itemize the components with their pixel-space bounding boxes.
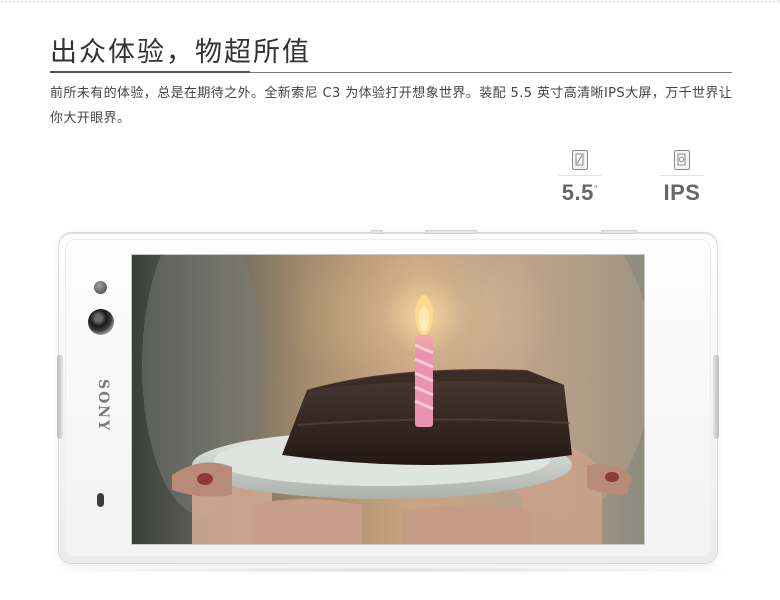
phone-screen <box>131 254 645 545</box>
phone-shadow <box>40 567 740 573</box>
spec-ips: IPS <box>652 150 712 206</box>
spec-divider <box>558 175 602 176</box>
phone-device: SONY <box>57 230 719 564</box>
section-title: 出众体验，物超所值 <box>50 37 311 68</box>
proximity-sensor <box>94 281 107 294</box>
spec-divider <box>660 175 704 176</box>
spec-text: IPS <box>663 180 701 205</box>
front-camera <box>88 309 114 335</box>
spec-screen-size: 5.5" <box>550 150 610 206</box>
spec-number: 5.5 <box>561 180 594 205</box>
screen-size-icon <box>572 150 588 170</box>
ips-panel-icon <box>674 150 690 170</box>
spec-unit: " <box>593 184 599 194</box>
volume-button <box>425 230 477 234</box>
top-dotted-border <box>0 0 780 3</box>
spec-value: IPS <box>652 180 712 206</box>
spec-value: 5.5" <box>550 180 610 206</box>
mic-grille <box>97 493 104 507</box>
side-trim-left <box>57 355 63 439</box>
section-description: 前所未有的体验，总是在期待之外。全新索尼 C3 为体验打开想象世界。装配 5.5… <box>50 86 733 126</box>
camera-button <box>601 230 637 234</box>
brand-logo: SONY <box>95 379 111 433</box>
side-trim-right <box>713 355 719 439</box>
power-button <box>371 230 383 234</box>
title-divider-accent <box>50 71 250 73</box>
cake-photo <box>132 255 644 544</box>
